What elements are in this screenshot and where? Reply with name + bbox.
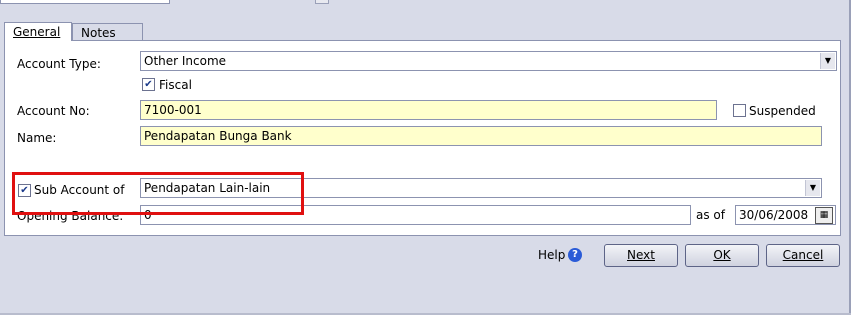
top-button-edge [315, 0, 329, 4]
fiscal-label: Fiscal [159, 78, 192, 92]
next-button-label: Next [627, 248, 655, 262]
account-no-field[interactable]: 7100-001 [140, 100, 717, 120]
help-label[interactable]: Help [538, 247, 565, 263]
calendar-icon[interactable]: ▦ [815, 207, 833, 224]
ok-button-label: OK [713, 248, 731, 262]
ok-button[interactable]: OK [685, 244, 759, 267]
tab-notes[interactable]: Notes [72, 23, 143, 40]
highlight-box [12, 172, 304, 215]
name-value: Pendapatan Bunga Bank [144, 129, 292, 143]
name-field[interactable]: Pendapatan Bunga Bank [140, 126, 822, 146]
next-button[interactable]: Next [604, 244, 678, 267]
tab-general[interactable]: General [4, 22, 72, 41]
fiscal-checkbox[interactable]: ✔ [142, 78, 155, 91]
tab-general-label: General [13, 25, 61, 39]
help-question-icon[interactable]: ? [568, 248, 582, 262]
chevron-down-icon[interactable]: ▼ [820, 53, 835, 69]
top-field-edge [0, 0, 170, 4]
account-no-value: 7100-001 [144, 103, 202, 117]
chevron-down-icon[interactable]: ▼ [805, 180, 820, 196]
cancel-button-label: Cancel [782, 248, 824, 262]
account-no-label: Account No: [17, 104, 90, 118]
account-type-select[interactable]: Other Income ▼ [140, 51, 837, 71]
as-of-date-field[interactable]: 30/06/2008 ▦ [735, 205, 836, 225]
account-type-value: Other Income [144, 54, 227, 68]
as-of-label: as of [696, 208, 725, 222]
suspended-checkbox[interactable]: ✔ [733, 104, 746, 117]
tab-notes-label: Notes [81, 26, 116, 40]
name-label: Name: [17, 131, 57, 145]
as-of-date-value: 30/06/2008 [739, 208, 809, 222]
account-type-label: Account Type: [17, 57, 101, 71]
suspended-label: Suspended [749, 104, 816, 118]
cancel-button[interactable]: Cancel [766, 244, 840, 267]
